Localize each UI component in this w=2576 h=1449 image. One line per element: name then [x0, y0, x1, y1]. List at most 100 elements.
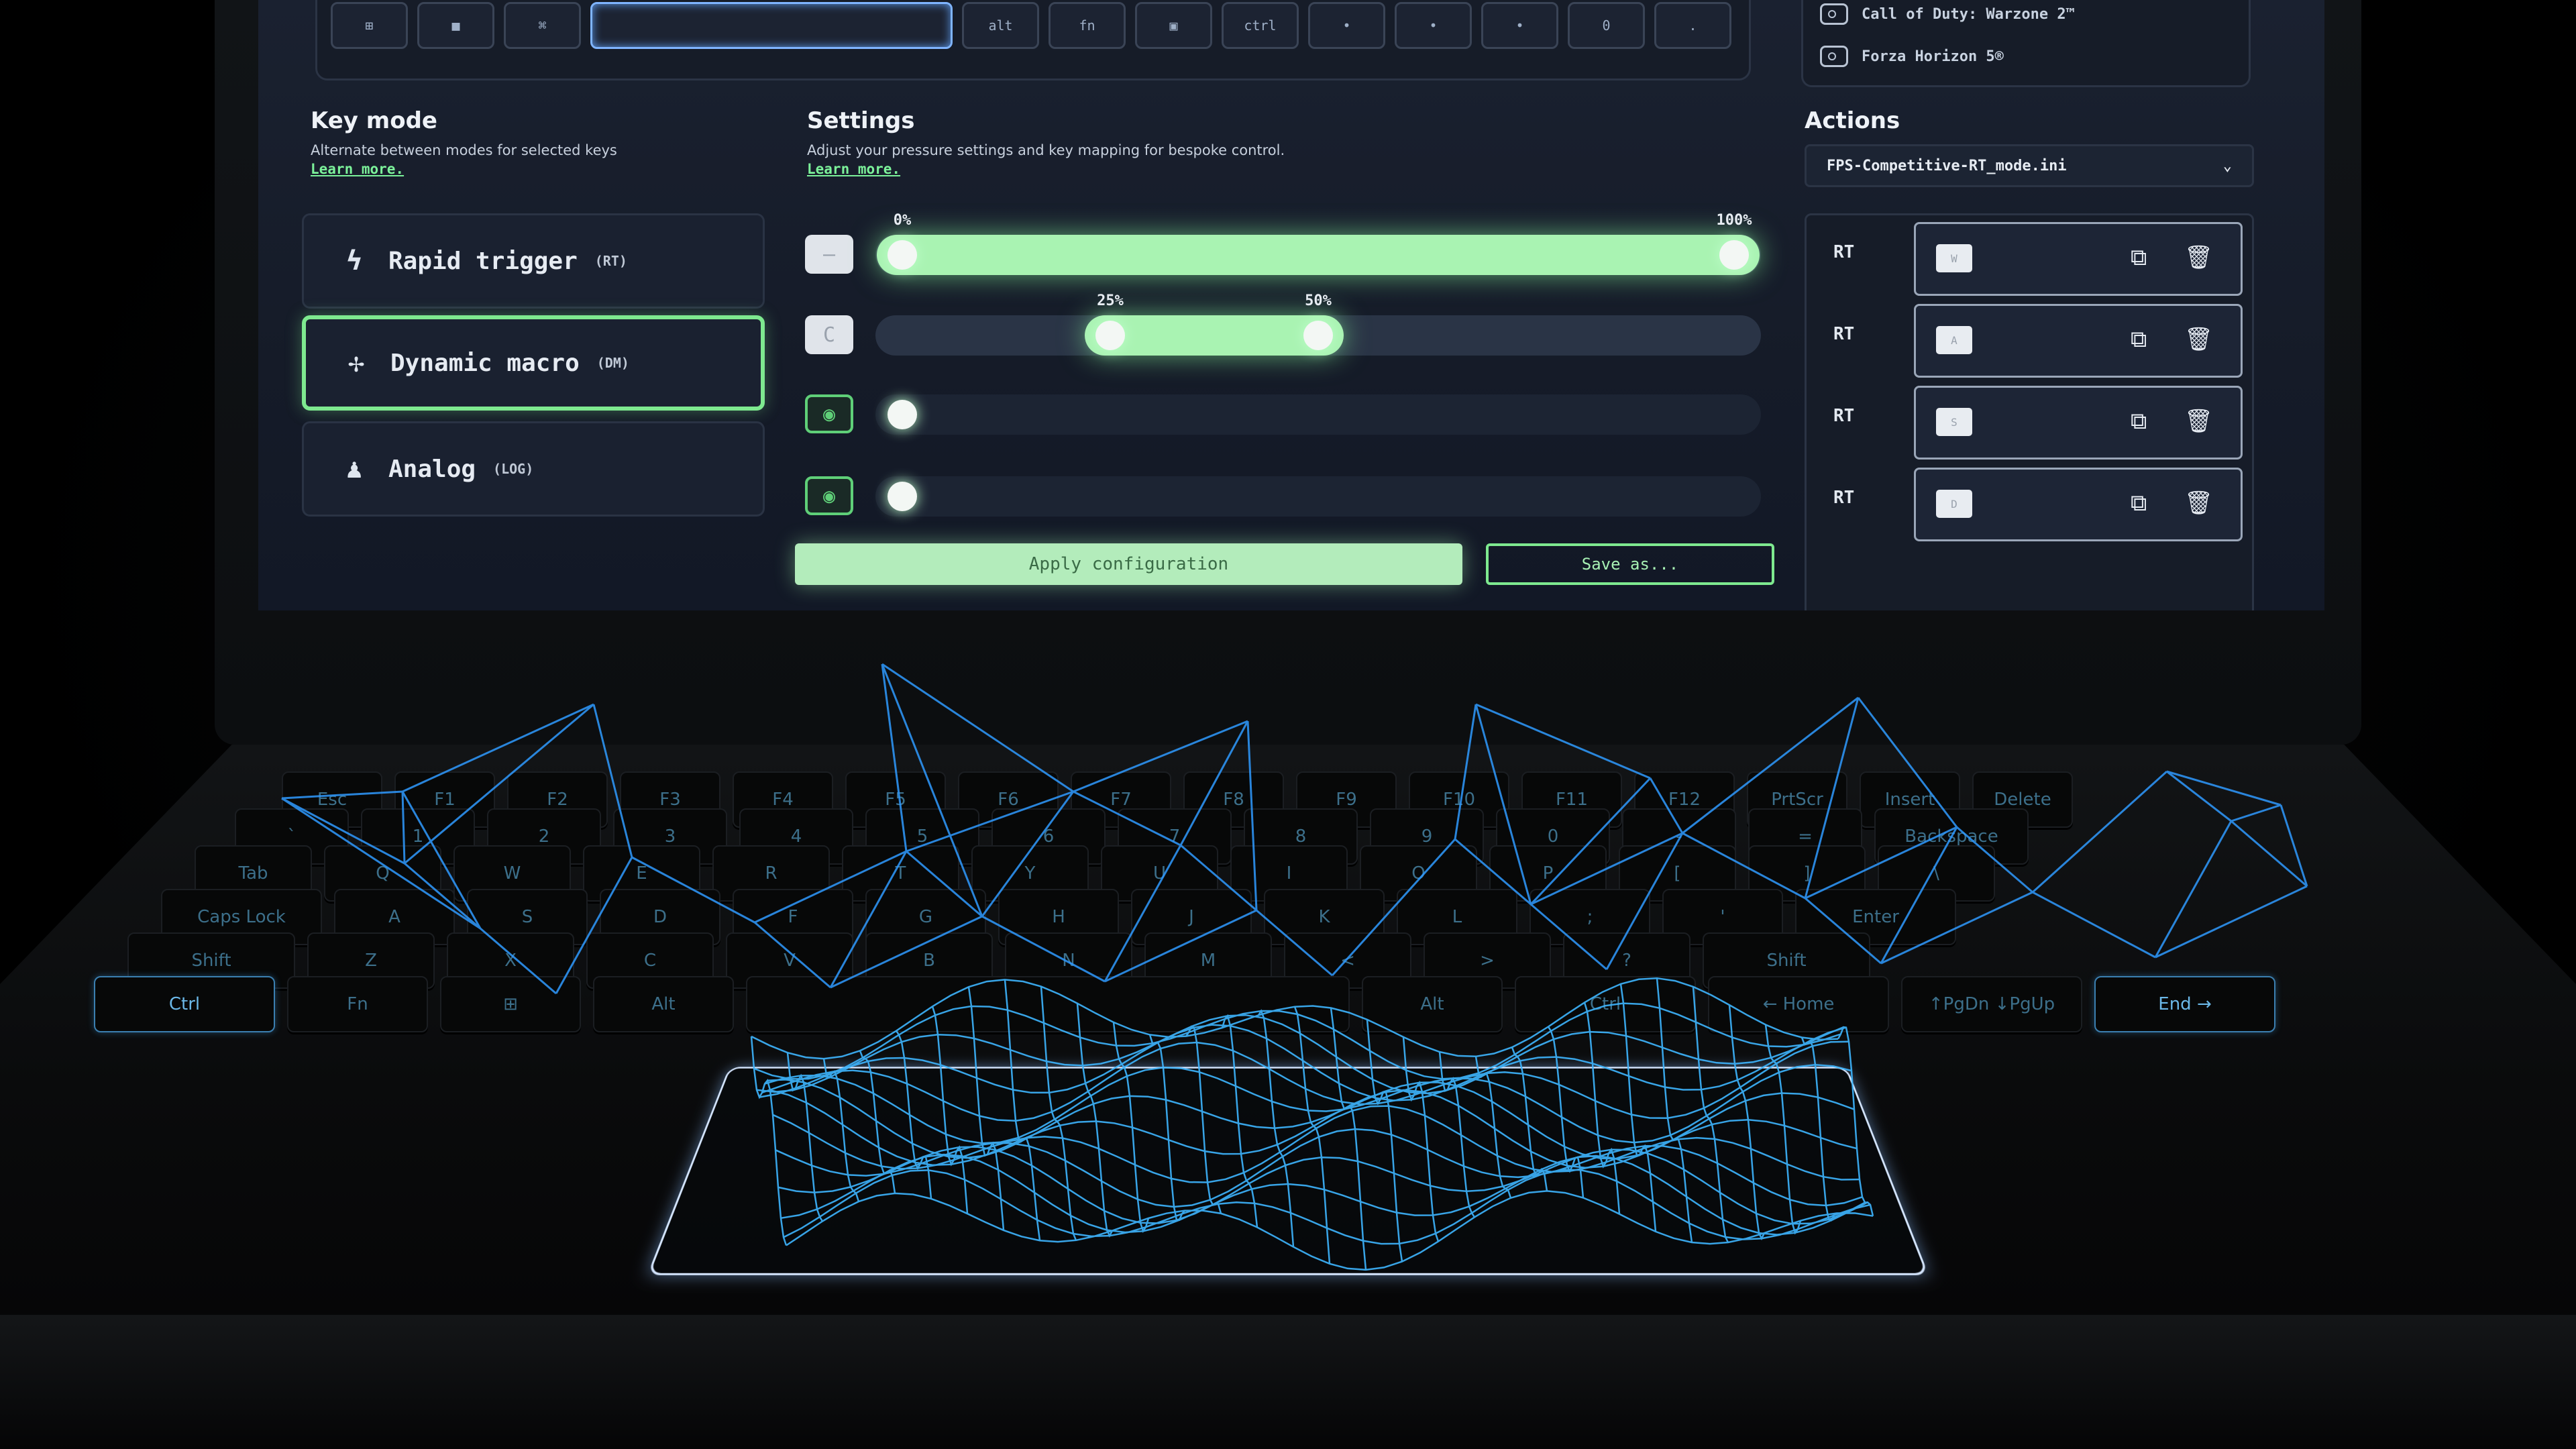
gamepad-icon	[1820, 46, 1848, 67]
slider-start-label: 0%	[894, 212, 912, 229]
duplicate-icon[interactable]: ⧉	[2131, 326, 2147, 353]
mode-dynamic-macro-button[interactable]: ✢ Dynamic macro (DM)	[302, 315, 765, 411]
duplicate-icon[interactable]: ⧉	[2131, 244, 2147, 271]
lightning-icon: ϟ	[337, 246, 371, 276]
mode-label: Dynamic macro	[390, 350, 580, 377]
app-screen: ⊞ ■ ⌘ alt fn ▣ ctrl • • • 0. Call of Duty: Warzone…	[258, 0, 2324, 610]
action-tag: RT	[1833, 324, 1854, 344]
save-as-button[interactable]: Save as...	[1486, 543, 1774, 585]
duplicate-icon[interactable]: ⧉	[2131, 490, 2147, 517]
action-key: W	[1936, 244, 1972, 272]
slider-start-label: 25%	[1097, 292, 1124, 309]
action-tag: RT	[1833, 406, 1854, 426]
visualizer-key[interactable]: ⌘	[504, 2, 581, 49]
slider-end-label: 100%	[1717, 212, 1752, 229]
keycap[interactable]: ← Home	[1708, 976, 1889, 1032]
trackpad[interactable]	[647, 1067, 1929, 1275]
settings-title: Settings	[807, 107, 915, 134]
keyboard-visualizer-row: ⊞ ■ ⌘ alt fn ▣ ctrl • • • 0.	[331, 2, 1731, 49]
keycap[interactable]: ⊞	[440, 976, 581, 1032]
keycap[interactable]: Alt	[593, 976, 734, 1032]
visualizer-key[interactable]: alt	[962, 2, 1039, 49]
games-list: Call of Duty: Warzone 2™ Forza Horizon 5…	[1801, 0, 2251, 87]
action-card[interactable]: S ⧉ 🗑	[1914, 386, 2243, 460]
keycap[interactable]	[746, 976, 1350, 1032]
action-tag: RT	[1833, 242, 1854, 262]
slider-thumb[interactable]	[888, 482, 917, 511]
pressure-slider-4[interactable]	[875, 476, 1761, 517]
settings-learn-more-link[interactable]: Learn more.	[807, 161, 900, 177]
action-key: D	[1936, 490, 1972, 518]
action-row: RT S ⧉ 🗑	[1807, 379, 2256, 453]
visualizer-key[interactable]: .	[1654, 2, 1731, 49]
action-key: A	[1936, 326, 1972, 354]
macro-icon: ✢	[339, 347, 373, 378]
profile-dropdown[interactable]: FPS-Competitive-RT_mode.ini ⌄	[1805, 144, 2254, 187]
trash-icon[interactable]: 🗑	[2184, 490, 2213, 517]
keycap[interactable]: Alt	[1362, 976, 1503, 1032]
key-mode-learn-more-link[interactable]: Learn more.	[311, 161, 404, 177]
key-mode-description: Alternate between modes for selected key…	[311, 142, 617, 158]
slider-thumb-end[interactable]	[1719, 240, 1749, 270]
visualizer-key[interactable]	[590, 2, 953, 49]
game-item[interactable]: Forza Horizon 5®	[1820, 46, 2004, 67]
slider-thumb[interactable]	[888, 400, 917, 429]
mode-analog-button[interactable]: ♟ Analog (LOG)	[302, 421, 765, 517]
visualizer-key[interactable]: ctrl	[1222, 2, 1299, 49]
action-card[interactable]: A ⧉ 🗑	[1914, 304, 2243, 378]
pressure-slider-1[interactable]: 0% 100%	[875, 235, 1761, 275]
profile-name: FPS-Competitive-RT_mode.ini	[1827, 158, 2067, 174]
laptop-keyboard: Esc F1 F2 F3 F4 F5 F6 F7 F8 F9 F10 F11 F12 PrtScr Inse…	[40, 758, 2536, 1040]
visualizer-key[interactable]: ⊞	[331, 2, 408, 49]
trash-icon[interactable]: 🗑	[2184, 244, 2213, 271]
eye-icon[interactable]: ◉	[805, 394, 853, 433]
action-tag: RT	[1833, 488, 1854, 508]
gamepad-icon	[1820, 3, 1848, 25]
laptop-scene: ⊞ ■ ⌘ alt fn ▣ ctrl • • • 0. Call of Duty: Warzone…	[0, 0, 2576, 1449]
mode-abbr: (RT)	[595, 253, 627, 269]
actions-list: RT W ⧉ 🗑 RT A ⧉ 🗑 RT S ⧉ 🗑 RT D ⧉ 🗑	[1805, 213, 2254, 610]
visualizer-key[interactable]: ■	[417, 2, 494, 49]
visualizer-key[interactable]: fn	[1049, 2, 1126, 49]
keycap[interactable]: ↑PgDn ↓PgUp	[1901, 976, 2082, 1032]
c-key-icon[interactable]: C	[805, 315, 853, 354]
key-mode-title: Key mode	[311, 107, 437, 134]
trash-icon[interactable]: 🗑	[2184, 326, 2213, 353]
joystick-icon: ♟	[337, 453, 371, 484]
action-row: RT W ⧉ 🗑	[1807, 215, 2256, 289]
action-row: RT D ⧉ 🗑	[1807, 461, 2256, 535]
keycap[interactable]: Fn	[287, 976, 428, 1032]
mode-rapid-trigger-button[interactable]: ϟ Rapid trigger (RT)	[302, 213, 765, 309]
game-name: Call of Duty: Warzone 2™	[1862, 6, 2075, 23]
chevron-down-icon: ⌄	[2223, 158, 2232, 174]
slider-thumb-start[interactable]	[888, 240, 917, 270]
pressure-slider-2[interactable]: 25% 50%	[875, 315, 1761, 356]
visualizer-key[interactable]: •	[1481, 2, 1558, 49]
trash-icon[interactable]: 🗑	[2184, 408, 2213, 435]
game-name: Forza Horizon 5®	[1862, 48, 2004, 65]
keycap[interactable]: Ctrl	[1515, 976, 1696, 1032]
slider-thumb-start[interactable]	[1095, 321, 1125, 350]
game-item[interactable]: Call of Duty: Warzone 2™	[1820, 3, 2075, 25]
slider-thumb-end[interactable]	[1303, 321, 1333, 350]
minus-icon[interactable]: —	[805, 235, 853, 274]
slider-fill	[877, 235, 1760, 275]
duplicate-icon[interactable]: ⧉	[2131, 408, 2147, 435]
keyboard-row: Ctrl Fn ⊞ Alt Alt Ctrl ← Home ↑PgDn ↓PgUp End →	[94, 976, 2275, 1032]
slider-end-label: 50%	[1305, 292, 1332, 309]
action-row: RT A ⧉ 🗑	[1807, 297, 2256, 371]
visualizer-key[interactable]: ▣	[1135, 2, 1212, 49]
visualizer-key[interactable]: •	[1308, 2, 1385, 49]
eye-icon[interactable]: ◉	[805, 476, 853, 515]
visualizer-key[interactable]: 0	[1568, 2, 1645, 49]
apply-configuration-button[interactable]: Apply configuration	[795, 543, 1462, 585]
visualizer-key[interactable]: •	[1395, 2, 1472, 49]
action-card[interactable]: D ⧉ 🗑	[1914, 468, 2243, 541]
keycap[interactable]: End →	[2094, 976, 2275, 1032]
laptop-front-edge	[0, 1315, 2576, 1449]
actions-title: Actions	[1805, 107, 1900, 134]
settings-description: Adjust your pressure settings and key ma…	[807, 142, 1285, 158]
action-card[interactable]: W ⧉ 🗑	[1914, 222, 2243, 296]
pressure-slider-3[interactable]	[875, 394, 1761, 435]
keycap[interactable]: Ctrl	[94, 976, 275, 1032]
